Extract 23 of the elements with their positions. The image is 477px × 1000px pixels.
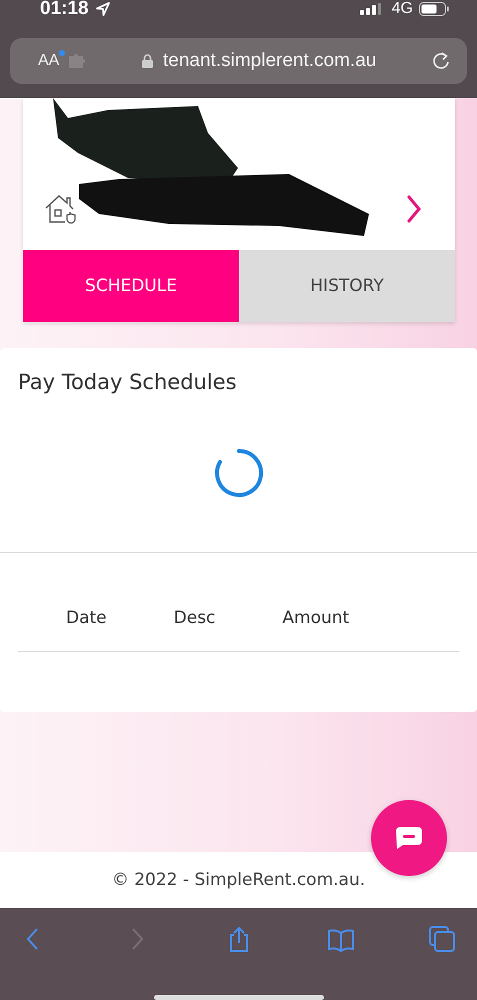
tabs-icon[interactable]	[429, 926, 455, 952]
chevron-right-icon[interactable]	[407, 195, 421, 223]
column-header: Amount	[282, 608, 350, 628]
chat-button[interactable]	[371, 800, 447, 876]
panel-title: Pay Today Schedules	[17, 369, 238, 394]
puzzle-icon[interactable]	[69, 54, 88, 68]
network-label: 4G	[392, 0, 413, 18]
column-header: Date	[66, 608, 107, 628]
chat-icon	[395, 826, 423, 850]
signal-icon	[360, 3, 382, 15]
location-arrow-icon	[94, 1, 111, 17]
address-bar[interactable]: AA tenant.simplerent.com.au	[10, 38, 467, 84]
battery-icon	[419, 2, 449, 16]
url-text: tenant.simplerent.com.au	[163, 50, 376, 72]
lock-icon	[142, 54, 153, 68]
status-time: 01:18	[40, 0, 89, 20]
reload-icon[interactable]	[431, 51, 451, 71]
text-size-button[interactable]: AA	[38, 52, 60, 70]
column-header: Desc	[174, 608, 216, 628]
notification-dot-icon	[59, 50, 66, 56]
tab[interactable]: HISTORY	[239, 250, 455, 322]
footer-text: © 2022 - SimpleRent.com.au.	[0, 852, 477, 908]
tab[interactable]: SCHEDULE	[23, 250, 239, 322]
